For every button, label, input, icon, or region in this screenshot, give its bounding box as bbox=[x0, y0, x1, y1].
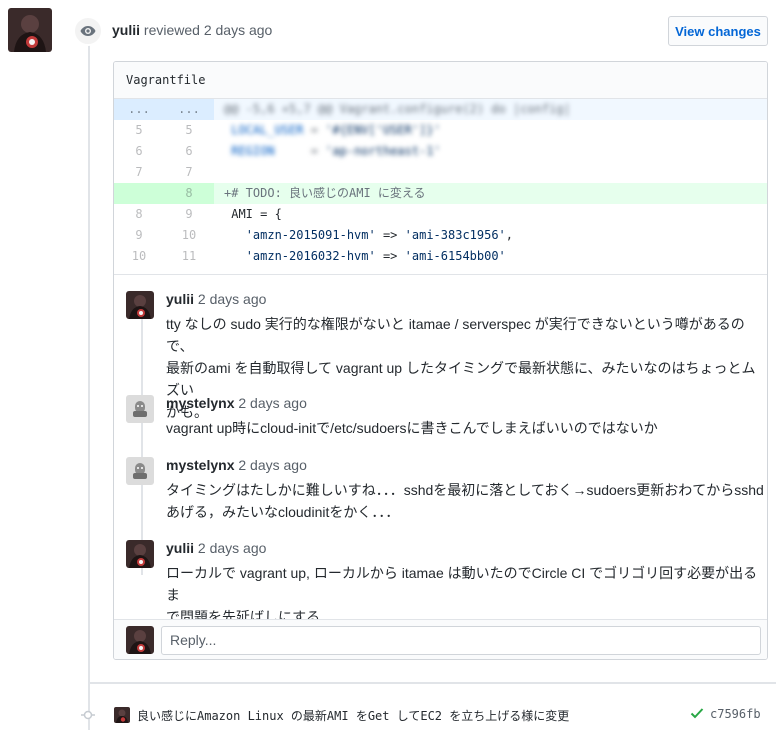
code-operator: => bbox=[375, 249, 405, 263]
comment-author[interactable]: yulii bbox=[166, 540, 194, 556]
old-line-number[interactable]: 7 bbox=[114, 162, 164, 183]
avatar[interactable] bbox=[126, 626, 154, 654]
code-line: REGION = 'ap-northeast-1' bbox=[231, 144, 441, 158]
comment-meta: yulii 2 days ago bbox=[166, 291, 266, 307]
commit-icon bbox=[81, 708, 95, 722]
commit-message[interactable]: 良い感じにAmazon Linux の最新AMI をGet してEC2 を立ち上… bbox=[137, 707, 569, 724]
new-line-number[interactable]: 6 bbox=[164, 141, 214, 162]
new-line-number[interactable]: 5 bbox=[164, 120, 214, 141]
comment-body: タイミングはたしかに難しいすね．．．sshdを最初に落としておく→sudoers… bbox=[166, 479, 766, 523]
comment-line: ローカルで vagrant up, ローカルから itamae は動いたのでCi… bbox=[166, 565, 758, 603]
diff-row: 9 10 'amzn-2015091-hvm' => 'ami-383c1956… bbox=[114, 225, 767, 246]
diff-table: ... ... @@ -5,6 +5,7 @@ Vagrant.configur… bbox=[114, 99, 767, 267]
new-line-number[interactable]: 11 bbox=[164, 246, 214, 267]
timeline-divider bbox=[90, 682, 776, 684]
check-icon[interactable] bbox=[690, 706, 704, 723]
old-line-number[interactable]: 9 bbox=[114, 225, 164, 246]
avatar[interactable] bbox=[126, 540, 154, 568]
new-line-number[interactable]: 10 bbox=[164, 225, 214, 246]
commit-sha[interactable]: c7596fb bbox=[710, 707, 761, 721]
avatar[interactable] bbox=[126, 457, 154, 485]
avatar[interactable] bbox=[126, 395, 154, 423]
diff-row: 5 5 LOCAL_USER = '#{ENV['USER']}' bbox=[114, 120, 767, 141]
diff-row: 7 7 bbox=[114, 162, 767, 183]
comment-author[interactable]: mystelynx bbox=[166, 457, 234, 473]
comment-meta: mystelynx 2 days ago bbox=[166, 395, 307, 411]
code-string: 'amzn-2015091-hvm' bbox=[245, 228, 376, 242]
comment-time[interactable]: 2 days ago bbox=[238, 395, 307, 411]
timeline-line bbox=[88, 44, 90, 730]
reply-row: Reply... bbox=[114, 619, 767, 659]
code-line: 'amzn-2016032-hvm' => 'ami-6154bb00' bbox=[214, 246, 767, 267]
review-author[interactable]: yulii bbox=[112, 22, 140, 38]
comment-meta: mystelynx 2 days ago bbox=[166, 457, 307, 473]
hunk-expand-old[interactable]: ... bbox=[114, 99, 164, 120]
file-name[interactable]: Vagrantfile bbox=[114, 62, 767, 99]
old-line-number[interactable]: 5 bbox=[114, 120, 164, 141]
avatar[interactable] bbox=[126, 291, 154, 319]
code-line: +# TODO: 良い感じのAMI に変える bbox=[224, 186, 426, 200]
comment-time[interactable]: 2 days ago bbox=[198, 540, 267, 556]
diff-row: 6 6 REGION = 'ap-northeast-1' bbox=[114, 141, 767, 162]
avatar[interactable] bbox=[114, 707, 130, 723]
diff-row-added: 8 +# TODO: 良い感じのAMI に変える bbox=[114, 183, 767, 204]
code-punct: , bbox=[505, 228, 514, 242]
comment-meta: yulii 2 days ago bbox=[166, 540, 266, 556]
comment-line: あげる，みたいなcloudinitをかく．．． bbox=[166, 504, 400, 520]
file-diff-box: Vagrantfile ... ... @@ -5,6 +5,7 @@ Vagr… bbox=[113, 61, 768, 660]
comment-author[interactable]: yulii bbox=[166, 291, 194, 307]
review-header: yulii reviewed 2 days ago bbox=[112, 22, 272, 38]
old-line-number[interactable]: 8 bbox=[114, 204, 164, 225]
code-string: 'ami-6154bb00' bbox=[404, 249, 506, 263]
comment-author[interactable]: mystelynx bbox=[166, 395, 234, 411]
reviewer-avatar[interactable] bbox=[8, 8, 52, 52]
comment-time[interactable]: 2 days ago bbox=[238, 457, 307, 473]
old-line-number[interactable]: 6 bbox=[114, 141, 164, 162]
hunk-expand-new[interactable]: ... bbox=[164, 99, 214, 120]
eye-icon bbox=[73, 16, 103, 46]
new-line-number[interactable]: 9 bbox=[164, 204, 214, 225]
reply-input[interactable]: Reply... bbox=[161, 626, 761, 655]
review-action: reviewed 2 days ago bbox=[143, 22, 273, 38]
comment-time[interactable]: 2 days ago bbox=[198, 291, 267, 307]
code-line: LOCAL_USER = '#{ENV['USER']}' bbox=[231, 123, 441, 137]
old-line-number[interactable]: 10 bbox=[114, 246, 164, 267]
comment-line: タイミングはたしかに難しいすね．．．sshdを最初に落としておく→sudoers… bbox=[166, 482, 764, 498]
code-string: 'ami-383c1956' bbox=[404, 228, 506, 242]
hunk-header-text: @@ -5,6 +5,7 @@ Vagrant.configure(2) do … bbox=[224, 102, 571, 116]
diff-row: 10 11 'amzn-2016032-hvm' => 'ami-6154bb0… bbox=[114, 246, 767, 267]
new-line-number[interactable]: 7 bbox=[164, 162, 214, 183]
comment-thread: yulii 2 days ago tty なしの sudo 実行的な権限がないと… bbox=[114, 274, 767, 625]
comment-line: vagrant up時にcloud-initで/etc/sudoersに書きこん… bbox=[166, 420, 658, 436]
comment-body: vagrant up時にcloud-initで/etc/sudoersに書きこん… bbox=[166, 417, 766, 439]
code-string: 'amzn-2016032-hvm' bbox=[245, 249, 376, 263]
thread-line bbox=[141, 315, 143, 575]
commit-row: 良い感じにAmazon Linux の最新AMI をGet してEC2 を立ち上… bbox=[78, 704, 768, 726]
diff-hunk-row[interactable]: ... ... @@ -5,6 +5,7 @@ Vagrant.configur… bbox=[114, 99, 767, 120]
code-line: AMI = { bbox=[224, 207, 282, 221]
diff-row: 8 9 AMI = { bbox=[114, 204, 767, 225]
code-operator: => bbox=[375, 228, 405, 242]
view-changes-button[interactable]: View changes bbox=[668, 16, 768, 46]
code-line: 'amzn-2015091-hvm' => 'ami-383c1956', bbox=[214, 225, 767, 246]
new-line-number[interactable]: 8 bbox=[164, 183, 214, 204]
comment-line: tty なしの sudo 実行的な権限がないと itamae / servers… bbox=[166, 316, 745, 354]
old-line-number[interactable] bbox=[114, 183, 164, 204]
